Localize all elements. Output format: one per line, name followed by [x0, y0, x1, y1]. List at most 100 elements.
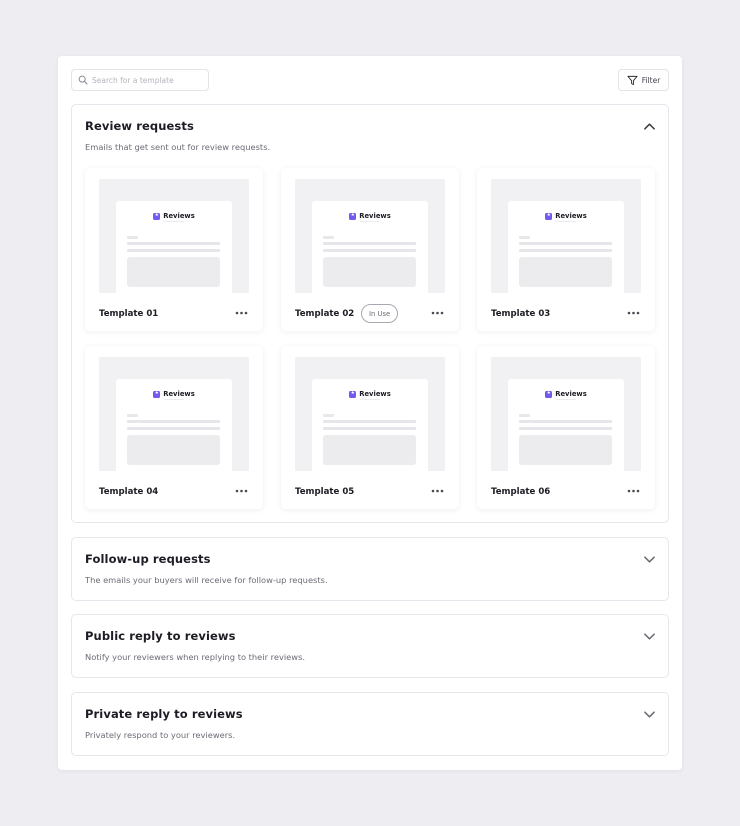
section-title: Follow-up requests [85, 552, 211, 566]
more-options-button[interactable] [233, 484, 249, 498]
search-icon [78, 75, 88, 85]
expand-toggle[interactable] [642, 552, 656, 566]
brand-logo: ★ Reviews [312, 390, 428, 398]
star-icon: ★ [349, 212, 357, 220]
search-box[interactable] [71, 69, 209, 91]
more-options-button[interactable] [429, 306, 445, 320]
template-name: Template 06 [491, 487, 551, 497]
placeholder-line [164, 399, 184, 400]
expand-toggle[interactable] [642, 707, 656, 721]
placeholder-block [127, 435, 220, 465]
brand-name: Reviews [359, 390, 391, 398]
placeholder-line [360, 221, 380, 222]
template-preview: ★ Reviews [295, 179, 445, 293]
placeholder-block [519, 435, 612, 465]
placeholder-line [519, 236, 530, 239]
chevron-up-icon [643, 122, 655, 130]
email-thumbnail: ★ Reviews [116, 379, 232, 471]
section-description: Notify your reviewers when replying to t… [85, 652, 306, 662]
section-private-reply[interactable]: Private reply to reviews Privately respo… [71, 692, 669, 756]
placeholder-line [323, 249, 416, 252]
brand-logo: ★ Reviews [508, 390, 624, 398]
email-thumbnail: ★ Reviews [312, 201, 428, 293]
templates-panel: Filter Review requests Emails that get s… [58, 56, 682, 770]
section-description: The emails your buyers will receive for … [85, 575, 328, 585]
star-icon: ★ [349, 390, 357, 398]
more-horizontal-icon [627, 311, 639, 315]
template-preview: ★ Reviews [99, 357, 249, 471]
more-horizontal-icon [627, 489, 639, 493]
brand-name: Reviews [163, 212, 195, 220]
section-title: Review requests [85, 119, 194, 133]
template-name: Template 05 [295, 487, 355, 497]
placeholder-line [127, 242, 220, 245]
star-icon: ★ [153, 212, 161, 220]
more-options-button[interactable] [233, 306, 249, 320]
brand-name: Reviews [555, 212, 587, 220]
more-options-button[interactable] [429, 484, 445, 498]
placeholder-line [519, 249, 612, 252]
more-options-button[interactable] [625, 484, 641, 498]
placeholder-line [323, 414, 334, 417]
section-review-requests: Review requests Emails that get sent out… [71, 104, 669, 523]
template-card[interactable]: ★ Reviews Template 06 [477, 346, 655, 509]
template-card[interactable]: ★ Reviews Template 05 [281, 346, 459, 509]
section-description: Privately respond to your reviewers. [85, 730, 236, 740]
more-options-button[interactable] [625, 306, 641, 320]
placeholder-line [556, 221, 576, 222]
email-thumbnail: ★ Reviews [312, 379, 428, 471]
placeholder-line [556, 399, 576, 400]
search-input[interactable] [92, 75, 202, 85]
template-name: Template 01 [99, 309, 159, 319]
more-horizontal-icon [235, 489, 247, 493]
more-horizontal-icon [431, 489, 443, 493]
template-grid: ★ Reviews Template 01 ★ Reviews Template 02 In… [85, 168, 657, 509]
placeholder-line [519, 414, 530, 417]
template-card[interactable]: ★ Reviews Template 01 [85, 168, 263, 331]
placeholder-line [519, 242, 612, 245]
brand-logo: ★ Reviews [116, 390, 232, 398]
placeholder-block [519, 257, 612, 287]
placeholder-line [360, 399, 380, 400]
section-public-reply[interactable]: Public reply to reviews Notify your revi… [71, 614, 669, 678]
filter-button[interactable]: Filter [618, 69, 669, 91]
star-icon: ★ [545, 212, 553, 220]
section-title: Public reply to reviews [85, 629, 236, 643]
template-card[interactable]: ★ Reviews Template 02 In Use [281, 168, 459, 331]
placeholder-block [323, 257, 416, 287]
template-card[interactable]: ★ Reviews Template 04 [85, 346, 263, 509]
collapse-toggle[interactable] [642, 119, 656, 133]
template-preview: ★ Reviews [491, 357, 641, 471]
star-icon: ★ [153, 390, 161, 398]
placeholder-line [323, 236, 334, 239]
placeholder-block [127, 257, 220, 287]
placeholder-line [127, 420, 220, 423]
expand-toggle[interactable] [642, 629, 656, 643]
email-thumbnail: ★ Reviews [116, 201, 232, 293]
template-card[interactable]: ★ Reviews Template 03 [477, 168, 655, 331]
template-name: Template 03 [491, 309, 551, 319]
placeholder-line [323, 427, 416, 430]
chevron-down-icon [643, 555, 655, 563]
placeholder-line [127, 414, 138, 417]
more-horizontal-icon [431, 311, 443, 315]
filter-label: Filter [641, 75, 661, 85]
placeholder-line [519, 420, 612, 423]
placeholder-line [323, 242, 416, 245]
section-description: Emails that get sent out for review requ… [85, 142, 271, 152]
star-icon: ★ [545, 390, 553, 398]
toolbar: Filter [71, 69, 669, 91]
template-preview: ★ Reviews [99, 179, 249, 293]
placeholder-line [519, 427, 612, 430]
email-thumbnail: ★ Reviews [508, 379, 624, 471]
template-preview: ★ Reviews [491, 179, 641, 293]
in-use-badge: In Use [361, 304, 399, 323]
template-name: Template 04 [99, 487, 159, 497]
brand-logo: ★ Reviews [116, 212, 232, 220]
email-thumbnail: ★ Reviews [508, 201, 624, 293]
placeholder-line [127, 236, 138, 239]
section-follow-up-requests[interactable]: Follow-up requests The emails your buyer… [71, 537, 669, 601]
chevron-down-icon [643, 632, 655, 640]
brand-name: Reviews [163, 390, 195, 398]
more-horizontal-icon [235, 311, 247, 315]
